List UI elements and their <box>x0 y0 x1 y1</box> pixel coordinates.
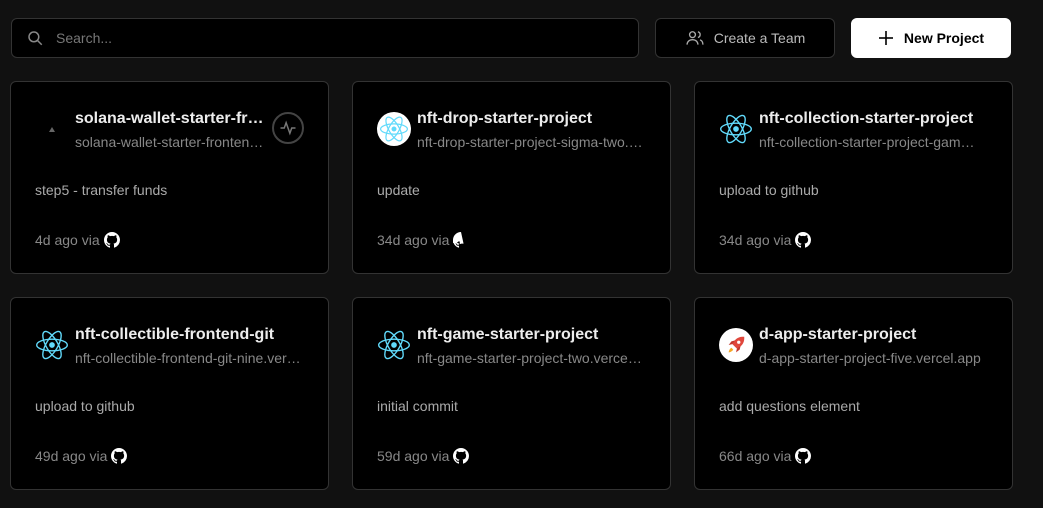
deploy-meta: 34d ago via <box>719 232 812 248</box>
project-name[interactable]: nft-collectible-frontend-git <box>75 326 301 344</box>
project-name[interactable]: d-app-starter-project <box>759 326 985 344</box>
deploy-meta: 34d ago via <box>377 232 469 248</box>
github-icon <box>795 448 812 464</box>
deploy-meta: 66d ago via <box>719 448 812 464</box>
activity-icon[interactable] <box>272 112 304 144</box>
github-icon <box>453 232 464 248</box>
search-input[interactable] <box>56 30 616 46</box>
deploy-meta: 49d ago via <box>35 448 128 464</box>
vercel-triangle-icon <box>35 112 69 146</box>
new-project-label: New Project <box>903 30 985 46</box>
search-icon <box>28 31 43 46</box>
deploy-age: 34d ago via <box>719 232 792 248</box>
commit-message: step5 - transfer funds <box>35 182 168 198</box>
create-team-label: Create a Team <box>713 30 806 46</box>
react-icon <box>377 328 411 362</box>
project-card[interactable]: nft-collection-starter-project nft-colle… <box>694 81 1013 274</box>
project-card[interactable]: d-app-starter-project d-app-starter-proj… <box>694 297 1013 490</box>
project-name[interactable]: nft-game-starter-project <box>417 326 643 344</box>
github-icon <box>795 232 812 248</box>
project-url[interactable]: d-app-starter-project-five.vercel.app <box>759 350 985 366</box>
deploy-age: 66d ago via <box>719 448 792 464</box>
plus-icon <box>878 31 893 45</box>
project-url[interactable]: nft-collectible-frontend-git-nine.vercel… <box>75 350 301 366</box>
project-name[interactable]: nft-drop-starter-project <box>417 110 643 128</box>
deploy-age: 59d ago via <box>377 448 450 464</box>
commit-message: upload to github <box>35 398 135 414</box>
project-grid: solana-wallet-starter-frontend solana-wa… <box>10 81 1013 490</box>
project-card[interactable]: nft-drop-starter-project nft-drop-starte… <box>352 81 671 274</box>
github-icon <box>103 232 120 248</box>
deploy-age: 4d ago via <box>35 232 100 248</box>
deploy-age: 49d ago via <box>35 448 108 464</box>
project-card[interactable]: solana-wallet-starter-frontend solana-wa… <box>10 81 329 274</box>
react-icon <box>377 112 411 146</box>
commit-message: update <box>377 182 420 198</box>
react-icon <box>35 328 69 362</box>
project-url[interactable]: nft-drop-starter-project-sigma-two.verce… <box>417 134 643 150</box>
create-team-button[interactable]: Create a Team <box>655 18 835 58</box>
search-box[interactable] <box>11 18 639 58</box>
commit-message: initial commit <box>377 398 458 414</box>
react-icon <box>719 112 753 146</box>
project-name[interactable]: solana-wallet-starter-frontend <box>75 110 265 128</box>
users-icon <box>686 31 704 45</box>
top-bar: Create a Team New Project <box>11 18 1011 58</box>
project-url[interactable]: nft-collection-starter-project-gamma.ver… <box>759 134 985 150</box>
commit-message: add questions element <box>719 398 860 414</box>
project-name[interactable]: nft-collection-starter-project <box>759 110 985 128</box>
deploy-meta: 59d ago via <box>377 448 470 464</box>
project-card[interactable]: nft-game-starter-project nft-game-starte… <box>352 297 671 490</box>
deploy-age: 34d ago via <box>377 232 450 248</box>
github-icon <box>453 448 470 464</box>
new-project-button[interactable]: New Project <box>851 18 1011 58</box>
project-url[interactable]: nft-game-starter-project-two.vercel.app <box>417 350 643 366</box>
project-url[interactable]: solana-wallet-starter-frontend.vercel.ap… <box>75 134 265 150</box>
github-icon <box>111 448 128 464</box>
rocket-icon <box>719 328 753 362</box>
project-card[interactable]: nft-collectible-frontend-git nft-collect… <box>10 297 329 490</box>
commit-message: upload to github <box>719 182 819 198</box>
deploy-meta: 4d ago via <box>35 232 120 248</box>
